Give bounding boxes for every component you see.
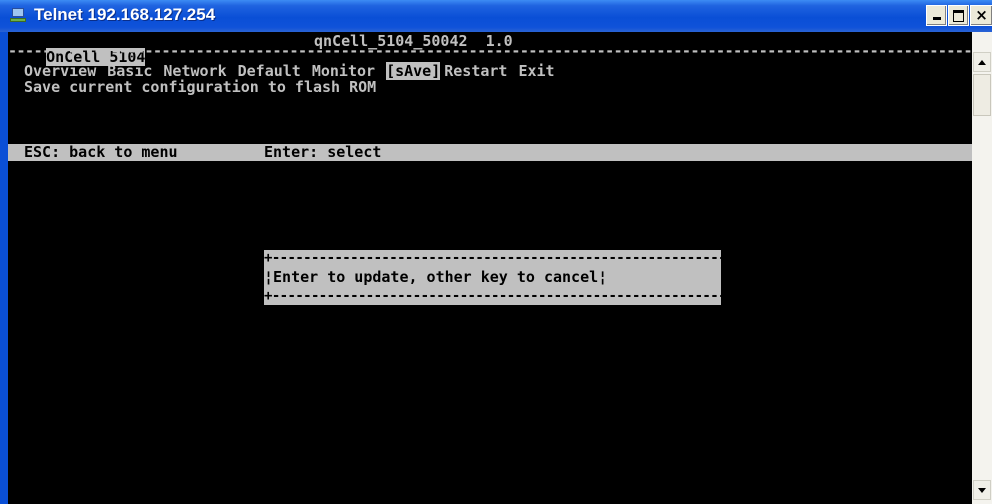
maximize-icon (953, 10, 964, 22)
dialog-message: ¦Enter to update, other key to cancel¦ (264, 268, 608, 286)
vertical-scrollbar[interactable] (972, 32, 992, 504)
scroll-down-button[interactable] (973, 480, 991, 500)
arrow-down-icon (978, 488, 986, 493)
main-menu: Overview Basic Network Default Monitor [sAve]… (24, 62, 566, 80)
menu-item-restart[interactable]: Restart (444, 62, 507, 80)
menu-description: Save current configuration to flash ROM (24, 78, 377, 96)
esc-hint: ESC: back to menu (24, 143, 178, 161)
scroll-thumb[interactable] (973, 74, 991, 116)
arrow-up-icon (978, 60, 986, 65)
maximize-button[interactable] (948, 5, 969, 26)
close-icon: × (975, 6, 988, 24)
title-bar[interactable]: Telnet 192.168.127.254 × (0, 0, 992, 32)
terminal-screen[interactable]: OnCell 5104 qnCell_5104_50042 1.0 ------… (8, 32, 972, 504)
enter-hint: Enter: select (264, 143, 382, 161)
minimize-button[interactable] (926, 5, 947, 26)
scroll-up-button[interactable] (973, 52, 991, 72)
close-button[interactable]: × (970, 5, 992, 26)
confirm-dialog[interactable]: +---------------------------------------… (264, 250, 721, 305)
dialog-top-border: +---------------------------------------… (264, 250, 721, 266)
header-divider: ----------------------------------------… (8, 43, 972, 59)
minimize-icon (932, 17, 941, 20)
window-frame-left (0, 32, 8, 504)
status-bar: ESC: back to menu Enter: select (8, 144, 972, 161)
telnet-app-icon[interactable] (10, 8, 26, 22)
window-title: Telnet 192.168.127.254 (34, 5, 216, 24)
menu-item-save[interactable]: [sAve] (386, 62, 441, 80)
dialog-bottom-border: +---------------------------------------… (264, 288, 721, 304)
menu-item-exit[interactable]: Exit (518, 62, 554, 80)
